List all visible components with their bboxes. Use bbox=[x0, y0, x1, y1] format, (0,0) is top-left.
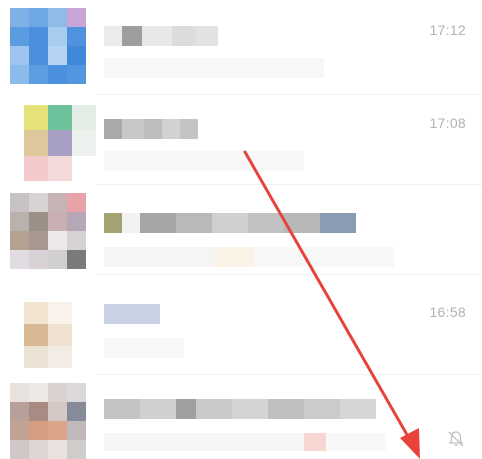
avatar[interactable] bbox=[10, 193, 86, 269]
chat-time: 17:12 bbox=[429, 22, 466, 38]
chat-preview bbox=[104, 338, 184, 358]
bell-slash-icon bbox=[446, 429, 466, 449]
avatar[interactable] bbox=[10, 383, 86, 459]
chat-list-screen: 17:12 17:08 16:58 bbox=[0, 0, 482, 459]
chat-list-item[interactable]: 17:12 bbox=[0, 0, 482, 95]
chat-name bbox=[104, 399, 376, 419]
chat-list-item[interactable] bbox=[0, 375, 482, 459]
chat-preview bbox=[104, 433, 386, 451]
chat-time: 16:58 bbox=[429, 304, 466, 320]
chat-list-item[interactable]: 17:08 bbox=[0, 95, 482, 185]
avatar[interactable] bbox=[24, 302, 96, 368]
chat-preview bbox=[104, 151, 304, 171]
chat-list-item[interactable]: 16:58 bbox=[0, 280, 482, 375]
divider bbox=[96, 274, 482, 275]
avatar[interactable] bbox=[24, 105, 96, 181]
chat-name bbox=[104, 304, 160, 324]
chat-preview bbox=[104, 247, 394, 267]
avatar[interactable] bbox=[10, 8, 86, 84]
chat-list-item[interactable] bbox=[0, 185, 482, 275]
chat-name bbox=[104, 213, 356, 233]
chat-preview bbox=[104, 58, 324, 78]
chat-time: 17:08 bbox=[429, 115, 466, 131]
chat-name bbox=[104, 119, 198, 139]
chat-name bbox=[104, 26, 218, 46]
